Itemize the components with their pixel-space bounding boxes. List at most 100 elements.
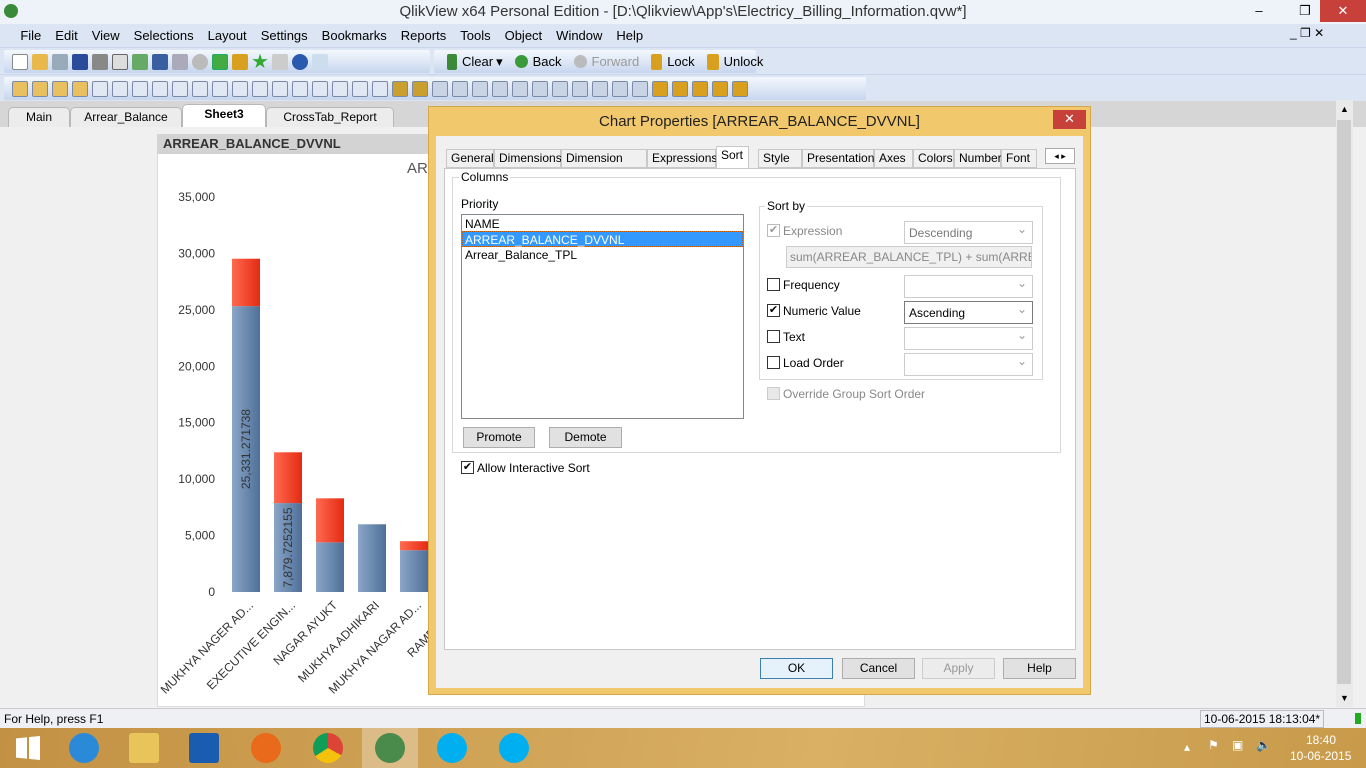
align-right-icon[interactable]: [492, 80, 508, 97]
reload-icon[interactable]: [52, 53, 68, 70]
taskbar-file-explorer[interactable]: [116, 728, 172, 768]
menu-tools[interactable]: Tools: [453, 24, 497, 47]
text-object-icon[interactable]: [252, 80, 268, 97]
tab-font[interactable]: Font: [1001, 149, 1037, 168]
menu-help[interactable]: Help: [609, 24, 650, 47]
tab-sort[interactable]: Sort: [716, 146, 749, 169]
clock-date[interactable]: 10-06-2015: [1290, 749, 1351, 763]
priority-item-name[interactable]: NAME: [462, 215, 743, 231]
taskbar-skype[interactable]: [424, 728, 480, 768]
allow-interactive-sort-checkbox[interactable]: ✔: [461, 461, 474, 474]
menu-layout[interactable]: Layout: [201, 24, 254, 47]
network-icon[interactable]: ▣: [1232, 738, 1243, 752]
priority-item-arrear-balance-dvvnl[interactable]: ARREAR_BALANCE_DVVNL: [462, 231, 743, 247]
apply-button[interactable]: Apply: [922, 658, 995, 679]
listbox-icon[interactable]: [92, 80, 108, 97]
multibox-icon[interactable]: [152, 80, 168, 97]
text-checkbox[interactable]: [767, 330, 780, 343]
input-box-icon[interactable]: [192, 80, 208, 97]
menu-window[interactable]: Window: [549, 24, 609, 47]
add-object-icon[interactable]: [712, 80, 728, 97]
expression-order-select[interactable]: Descending: [904, 221, 1033, 244]
back-button[interactable]: Back: [513, 54, 562, 69]
menu-edit[interactable]: Edit: [48, 24, 84, 47]
menu-view[interactable]: View: [85, 24, 127, 47]
align-left-icon[interactable]: [452, 80, 468, 97]
reload-data-icon[interactable]: [132, 53, 148, 70]
taskbar-firefox[interactable]: [238, 728, 294, 768]
bookmark-star-icon[interactable]: [252, 53, 268, 69]
new-icon[interactable]: [12, 53, 28, 70]
tab-axes[interactable]: Axes: [874, 149, 913, 168]
mdi-window-controls[interactable]: _ ❐ ✕: [1290, 26, 1324, 40]
menu-file[interactable]: File: [13, 24, 48, 47]
numeric-value-checkbox[interactable]: ✔: [767, 304, 780, 317]
restore-button[interactable]: ❐: [1290, 0, 1320, 22]
distribute-icon[interactable]: [612, 80, 628, 97]
demote-button[interactable]: Demote: [549, 427, 622, 448]
move-object-icon[interactable]: [692, 80, 708, 97]
chart-wizard-icon[interactable]: [392, 80, 408, 97]
ok-button[interactable]: OK: [760, 658, 833, 679]
search-icon[interactable]: [192, 53, 208, 70]
current-selections-icon[interactable]: [212, 53, 228, 70]
edit-module-icon[interactable]: [272, 53, 288, 70]
tab-colors[interactable]: Colors: [913, 149, 954, 168]
menu-bookmarks[interactable]: Bookmarks: [315, 24, 394, 47]
demote-sheet-icon[interactable]: [52, 80, 68, 97]
action-center-flag-icon[interactable]: ⚑: [1208, 738, 1219, 752]
open-icon[interactable]: [32, 53, 48, 70]
statistics-box-icon[interactable]: [112, 80, 128, 97]
context-help-icon[interactable]: [312, 53, 328, 70]
menu-selections[interactable]: Selections: [127, 24, 201, 47]
dialog-close-button[interactable]: ✕: [1053, 110, 1086, 129]
unlock-button[interactable]: Unlock: [705, 53, 763, 70]
space-h-icon[interactable]: [572, 80, 588, 97]
expression-formula-field[interactable]: sum(ARREAR_BALANCE_TPL) + sum(ARREAR_BAL…: [786, 246, 1032, 268]
print-icon[interactable]: [92, 53, 108, 70]
tab-scroll-arrows[interactable]: ◂ ▸: [1045, 148, 1075, 164]
tab-presentation[interactable]: Presentation: [802, 149, 874, 168]
show-hidden-icons[interactable]: ▴: [1184, 740, 1190, 754]
edit-object-icon[interactable]: [672, 80, 688, 97]
search-object-icon[interactable]: [332, 80, 348, 97]
clear-button[interactable]: Clear ▾: [445, 53, 503, 70]
undo-icon[interactable]: [152, 53, 168, 70]
tab-sheet3[interactable]: Sheet3: [182, 104, 266, 128]
menu-settings[interactable]: Settings: [254, 24, 315, 47]
promote-sheet-icon[interactable]: [32, 80, 48, 97]
forward-button[interactable]: Forward: [572, 54, 639, 69]
align-top-icon[interactable]: [552, 80, 568, 97]
bookmark-object-icon[interactable]: [312, 80, 328, 97]
button-icon[interactable]: [232, 80, 248, 97]
align-bottom-icon[interactable]: [512, 80, 528, 97]
tab-expressions[interactable]: Expressions: [647, 149, 717, 168]
edit-script-icon[interactable]: [112, 53, 128, 70]
close-button[interactable]: ✕: [1320, 0, 1366, 22]
adjust-icon[interactable]: [632, 80, 648, 97]
load-order-checkbox[interactable]: [767, 356, 780, 369]
tab-number[interactable]: Number: [954, 149, 1002, 168]
load-order-select[interactable]: [904, 353, 1033, 376]
slider-icon[interactable]: [292, 80, 308, 97]
align-center-h-icon[interactable]: [472, 80, 488, 97]
table-box-icon[interactable]: [132, 80, 148, 97]
current-selections-box-icon[interactable]: [212, 80, 228, 97]
new-sheet-icon[interactable]: [12, 80, 28, 97]
chart-icon[interactable]: [172, 80, 188, 97]
numeric-value-order-select[interactable]: Ascending: [904, 301, 1033, 324]
sheet-properties-icon[interactable]: [72, 80, 88, 97]
line-arrow-icon[interactable]: [272, 80, 288, 97]
tab-general[interactable]: General: [446, 149, 494, 168]
help-button[interactable]: Help: [1003, 658, 1076, 679]
tab-dimensions[interactable]: Dimensions: [494, 149, 562, 168]
taskbar-qlikview[interactable]: [362, 728, 418, 768]
start-button[interactable]: [0, 728, 56, 768]
clock-time[interactable]: 18:40: [1306, 733, 1336, 747]
promote-button[interactable]: Promote: [463, 427, 535, 448]
taskbar-outlook[interactable]: [176, 728, 232, 768]
space-v-icon[interactable]: [592, 80, 608, 97]
align-middle-icon[interactable]: [532, 80, 548, 97]
taskbar-chrome[interactable]: [300, 728, 356, 768]
custom-object-icon[interactable]: [372, 80, 388, 97]
